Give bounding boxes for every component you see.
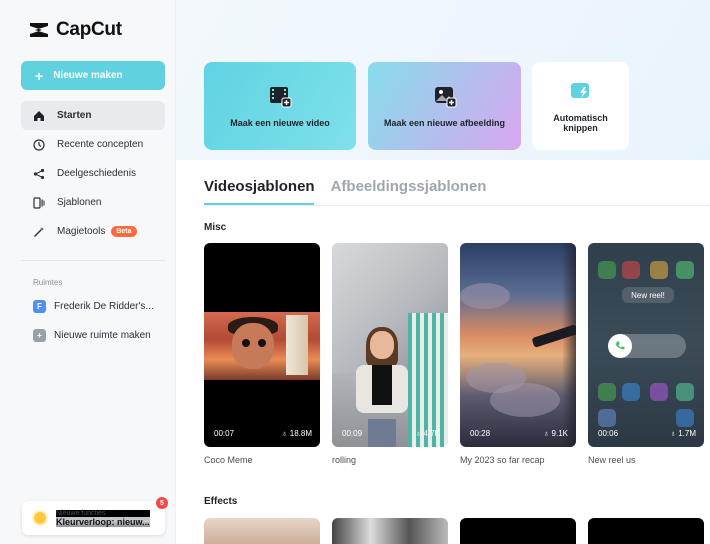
create-space-button[interactable]: + Nieuwe ruimte maken	[33, 327, 151, 343]
space-label: Nieuwe ruimte maken	[54, 329, 151, 341]
sidebar-divider	[21, 260, 165, 261]
curtain-image	[408, 313, 448, 447]
new-create-label: Nieuwe maken	[53, 70, 123, 81]
sidebar: CapCut + Nieuwe maken Starten Recente co…	[0, 0, 176, 544]
new-features-card[interactable]: Nieuwe functies Kleurverloop: nieuw...	[22, 501, 165, 535]
space-label: Frederik De Ridder's...	[54, 300, 154, 312]
section-title-misc: Misc	[204, 222, 227, 233]
template-views: ♁ 4.7K	[415, 429, 440, 438]
news-subtitle: Kleurverloop: nieuw...	[56, 516, 150, 527]
image-add-icon	[433, 84, 457, 108]
app-icon	[650, 383, 668, 401]
app-icon	[598, 383, 616, 401]
app-icon	[598, 261, 616, 279]
person-legs	[368, 419, 396, 447]
window-frame	[562, 243, 576, 447]
sidebar-nav: Starten Recente concepten Deelgeschieden…	[21, 101, 165, 246]
template-title[interactable]: New reel us	[588, 455, 636, 465]
person-shirt	[372, 365, 392, 405]
template-title[interactable]: My 2023 so far recap	[460, 455, 545, 465]
template-card-rolling[interactable]: 00:09 ♁ 4.7K	[332, 243, 448, 447]
capcut-logo-icon	[30, 23, 48, 37]
template-title[interactable]: Coco Meme	[204, 455, 253, 465]
tab-divider	[204, 205, 710, 206]
app-icon	[650, 261, 668, 279]
app-icon	[676, 261, 694, 279]
sidebar-item-label: Starten	[57, 110, 92, 121]
capcut-logo[interactable]: CapCut	[28, 18, 122, 42]
app-icon	[676, 409, 694, 427]
auto-cut-icon	[569, 79, 593, 103]
sun-icon	[34, 512, 46, 524]
space-avatar: F	[33, 299, 46, 313]
app-icon	[598, 409, 616, 427]
news-title: Nieuwe functies	[56, 509, 150, 517]
sidebar-item-label: Magietools	[57, 226, 106, 237]
spaces-title: Ruimtes	[33, 278, 63, 287]
template-duration: 00:07	[214, 429, 235, 438]
tab-image-templates[interactable]: Afbeeldingssjablonen	[331, 178, 487, 195]
template-duration: 00:06	[598, 429, 619, 438]
tab-video-templates[interactable]: Videosjablonen	[204, 178, 315, 195]
character-eye	[242, 339, 250, 347]
character-face	[232, 323, 274, 369]
person-head	[370, 331, 394, 359]
template-card-new-reel[interactable]: New reel! 00:06 ♁ 1.7M	[588, 243, 704, 447]
template-duration: 00:28	[470, 429, 491, 438]
template-icon	[33, 196, 45, 209]
sidebar-item-label: Sjablonen	[57, 197, 102, 208]
clock-icon	[33, 138, 45, 151]
sidebar-item-magic-tools[interactable]: Magietools Beta	[21, 217, 165, 246]
effect-card[interactable]	[204, 518, 320, 544]
plus-icon: +	[33, 328, 46, 342]
sidebar-item-recent-drafts[interactable]: Recente concepten	[21, 130, 165, 159]
main-content: Maak een nieuwe video Maak een nieuwe af…	[176, 0, 710, 544]
auto-cut-label: Automatisch knippen	[553, 113, 608, 133]
template-title[interactable]: rolling	[332, 455, 356, 465]
auto-cut-card[interactable]: Automatisch knippen	[532, 62, 629, 150]
home-icon	[33, 110, 45, 122]
magic-wand-icon	[33, 226, 45, 238]
phone-icon	[608, 334, 632, 358]
sidebar-item-share-history[interactable]: Deelgeschiedenis	[21, 159, 165, 188]
template-card-coco-meme[interactable]: 00:07 ♁ 18.8M	[204, 243, 320, 447]
section-title-effects: Effects	[204, 496, 238, 507]
template-duration: 00:09	[342, 429, 363, 438]
new-reel-banner: New reel!	[622, 287, 674, 303]
tab-active-indicator	[204, 203, 314, 205]
person-image	[356, 327, 408, 447]
template-card-2023-recap[interactable]: 00:28 ♁ 9.1K	[460, 243, 576, 447]
cloud-shape	[490, 383, 560, 417]
app-name: CapCut	[56, 19, 122, 40]
guitar-image	[286, 315, 308, 375]
app-icon	[676, 383, 694, 401]
beta-badge: Beta	[111, 226, 137, 237]
effect-card[interactable]	[460, 518, 576, 544]
effect-card[interactable]	[588, 518, 704, 544]
new-video-label: Maak een nieuwe video	[230, 118, 330, 128]
template-views: ♁ 18.8M	[281, 429, 312, 438]
template-views: ♁ 9.1K	[543, 429, 568, 438]
notification-badge: 5	[156, 497, 168, 509]
new-video-card[interactable]: Maak een nieuwe video	[204, 62, 356, 150]
character-eye	[258, 339, 266, 347]
template-views: ♁ 1.7M	[669, 429, 696, 438]
new-image-label: Maak een nieuwe afbeelding	[383, 118, 506, 128]
space-item-frederik[interactable]: F Frederik De Ridder's...	[33, 298, 154, 314]
sidebar-item-start[interactable]: Starten	[21, 101, 165, 130]
cloud-shape	[460, 283, 510, 309]
effect-card[interactable]	[332, 518, 448, 544]
new-create-button[interactable]: + Nieuwe maken	[21, 61, 165, 90]
video-add-icon	[268, 84, 292, 108]
sidebar-item-templates[interactable]: Sjablonen	[21, 188, 165, 217]
template-tabs: Videosjablonen Afbeeldingssjablonen	[204, 178, 486, 195]
share-icon	[33, 168, 45, 180]
new-image-card[interactable]: Maak een nieuwe afbeelding	[368, 62, 521, 150]
app-icon	[622, 261, 640, 279]
sidebar-item-label: Deelgeschiedenis	[57, 168, 136, 179]
plus-icon: +	[35, 67, 44, 84]
app-icon	[622, 383, 640, 401]
sidebar-item-label: Recente concepten	[57, 139, 144, 150]
